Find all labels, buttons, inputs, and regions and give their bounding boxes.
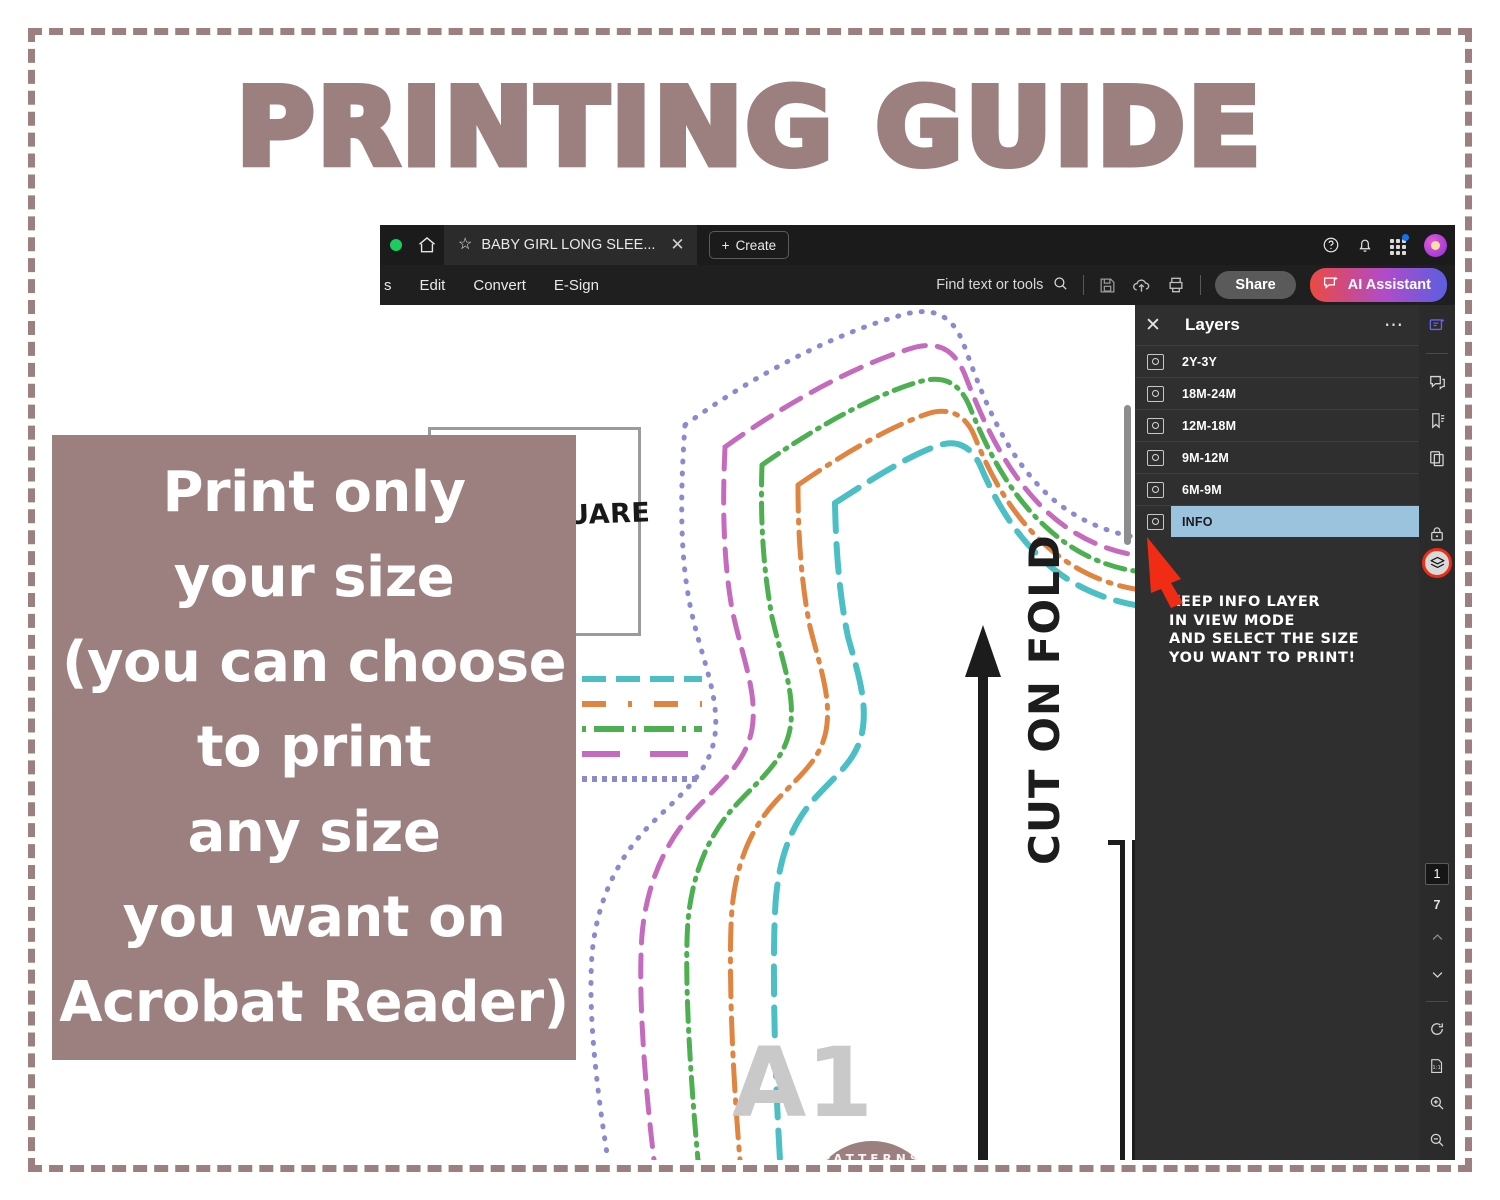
chevron-up-icon[interactable]	[1425, 925, 1449, 949]
instruction-overlay-card: Print only your size (you can choose to …	[52, 435, 576, 1060]
zoom-in-icon[interactable]	[1425, 1091, 1449, 1115]
page-navigation: 1 7 1:1	[1419, 863, 1455, 1152]
ai-assistant-label: AI Assistant	[1347, 277, 1431, 293]
star-icon[interactable]: ☆	[458, 237, 472, 253]
document-scrollbar[interactable]	[1124, 405, 1131, 545]
rotate-icon[interactable]	[1425, 1017, 1449, 1041]
total-pages-label: 7	[1433, 898, 1441, 912]
fold-line-outer	[1120, 840, 1125, 1160]
search-placeholder: Find text or tools	[936, 277, 1044, 293]
current-page-field[interactable]: 1	[1425, 863, 1449, 885]
svg-text:1:1: 1:1	[1432, 1065, 1440, 1071]
overlay-line: Print only	[162, 459, 466, 525]
ai-assistant-icon[interactable]	[1425, 313, 1449, 337]
menu-item-0[interactable]: s	[380, 277, 406, 294]
legend-row	[582, 766, 702, 791]
divider	[1083, 275, 1085, 295]
grainline-arrow-icon	[965, 625, 1001, 1160]
right-toolbar-rail: 1 7 1:1	[1419, 305, 1455, 1160]
cloud-upload-icon[interactable]	[1131, 275, 1152, 296]
printing-guide-page: PRINTING GUIDE ☆ BABY GIRL LONG SLEE... …	[0, 0, 1500, 1200]
layers-panel: ✕ Layers ⋯ 2Y-3Y 18M-24M 12M-18M 9M-12M …	[1135, 305, 1419, 1160]
legend-row	[582, 716, 702, 741]
layers-icon[interactable]	[1422, 548, 1452, 578]
create-button-label: Create	[735, 237, 777, 253]
layer-name: INFO	[1182, 514, 1213, 529]
legend-row	[582, 691, 702, 716]
line-style-legend	[582, 666, 702, 791]
layer-row[interactable]: 2Y-3Y	[1135, 345, 1419, 377]
plus-icon: +	[721, 237, 730, 253]
divider	[1426, 353, 1448, 354]
save-icon[interactable]	[1098, 276, 1117, 295]
zoom-out-icon[interactable]	[1425, 1128, 1449, 1152]
overlay-line: you want on	[122, 885, 506, 951]
notification-dot	[1402, 234, 1409, 241]
legend-line-orange	[582, 700, 702, 707]
layers-panel-title: Layers	[1185, 315, 1240, 334]
pattern-piece-label: A1	[732, 1027, 874, 1139]
layer-visibility-toggle[interactable]	[1147, 417, 1164, 434]
legend-line-green	[582, 725, 702, 732]
status-dot	[390, 239, 402, 251]
overlay-line: any size	[187, 800, 441, 866]
divider	[1426, 1001, 1448, 1002]
legend-line-teal	[582, 675, 702, 682]
layer-visibility-toggle-info[interactable]	[1147, 513, 1164, 530]
document-tab[interactable]: ☆ BABY GIRL LONG SLEE... ✕	[444, 225, 697, 265]
home-icon[interactable]	[414, 232, 440, 258]
divider-2	[1200, 275, 1202, 295]
document-tab-label: BABY GIRL LONG SLEE...	[481, 237, 656, 253]
create-button[interactable]: + Create	[708, 231, 790, 259]
layer-visibility-toggle[interactable]	[1147, 449, 1164, 466]
legend-line-magenta	[582, 750, 702, 757]
page-title: PRINTING GUIDE	[233, 66, 1264, 189]
bookmark-icon[interactable]	[1425, 408, 1449, 432]
tab-strip-right-icons	[1322, 225, 1447, 265]
menu-item-convert[interactable]: Convert	[459, 277, 540, 294]
legend-row	[582, 741, 702, 766]
layer-visibility-toggle[interactable]	[1147, 481, 1164, 498]
close-icon[interactable]: ✕	[670, 235, 684, 255]
cut-on-fold-label: CUT ON FOLD	[1020, 534, 1069, 865]
menu-item-edit[interactable]: Edit	[406, 277, 460, 294]
layer-row[interactable]: 18M-24M	[1135, 377, 1419, 409]
tab-strip: ☆ BABY GIRL LONG SLEE... ✕ + Create	[380, 225, 1455, 265]
page-thumbnails-icon[interactable]	[1425, 446, 1449, 470]
help-icon[interactable]	[1322, 236, 1340, 254]
ai-assistant-button[interactable]: AI Assistant	[1309, 268, 1447, 302]
ai-sparkle-icon	[1322, 274, 1340, 296]
more-options-icon[interactable]: ⋯	[1384, 314, 1405, 337]
layer-visibility-toggle[interactable]	[1147, 385, 1164, 402]
menu-bar: s Edit Convert E-Sign Find text or tools	[380, 265, 1455, 305]
menu-bar-right: Find text or tools Share AI Assistant	[936, 265, 1447, 305]
overlay-line: Acrobat Reader)	[59, 970, 569, 1036]
close-icon[interactable]: ✕	[1145, 314, 1171, 337]
legend-row	[582, 666, 702, 691]
menu-item-esign[interactable]: E-Sign	[540, 277, 613, 294]
layers-panel-header: ✕ Layers ⋯	[1135, 305, 1419, 345]
overlay-line: (you can choose	[61, 629, 567, 695]
bell-icon[interactable]	[1356, 236, 1374, 254]
layer-visibility-toggle[interactable]	[1147, 353, 1164, 370]
lock-icon[interactable]	[1425, 522, 1449, 546]
legend-line-periwinkle	[582, 775, 702, 782]
print-icon[interactable]	[1166, 275, 1186, 295]
layer-row[interactable]: 6M-9M	[1135, 473, 1419, 505]
search-input[interactable]: Find text or tools	[936, 275, 1069, 296]
comment-icon[interactable]	[1425, 370, 1449, 394]
avatar[interactable]	[1424, 233, 1447, 257]
annotation-arrow-icon	[1147, 537, 1183, 608]
brand-logo-text: PATTERNS	[822, 1152, 923, 1160]
layer-row[interactable]: 12M-18M	[1135, 409, 1419, 441]
search-icon[interactable]	[1052, 275, 1069, 296]
overlay-line: your size	[173, 544, 455, 610]
layer-row[interactable]: 9M-12M	[1135, 441, 1419, 473]
overlay-line: to print	[196, 714, 432, 780]
share-button[interactable]: Share	[1215, 271, 1296, 299]
fit-page-icon[interactable]: 1:1	[1425, 1054, 1449, 1078]
apps-grid-icon[interactable]	[1390, 234, 1409, 255]
chevron-down-icon[interactable]	[1425, 962, 1449, 986]
